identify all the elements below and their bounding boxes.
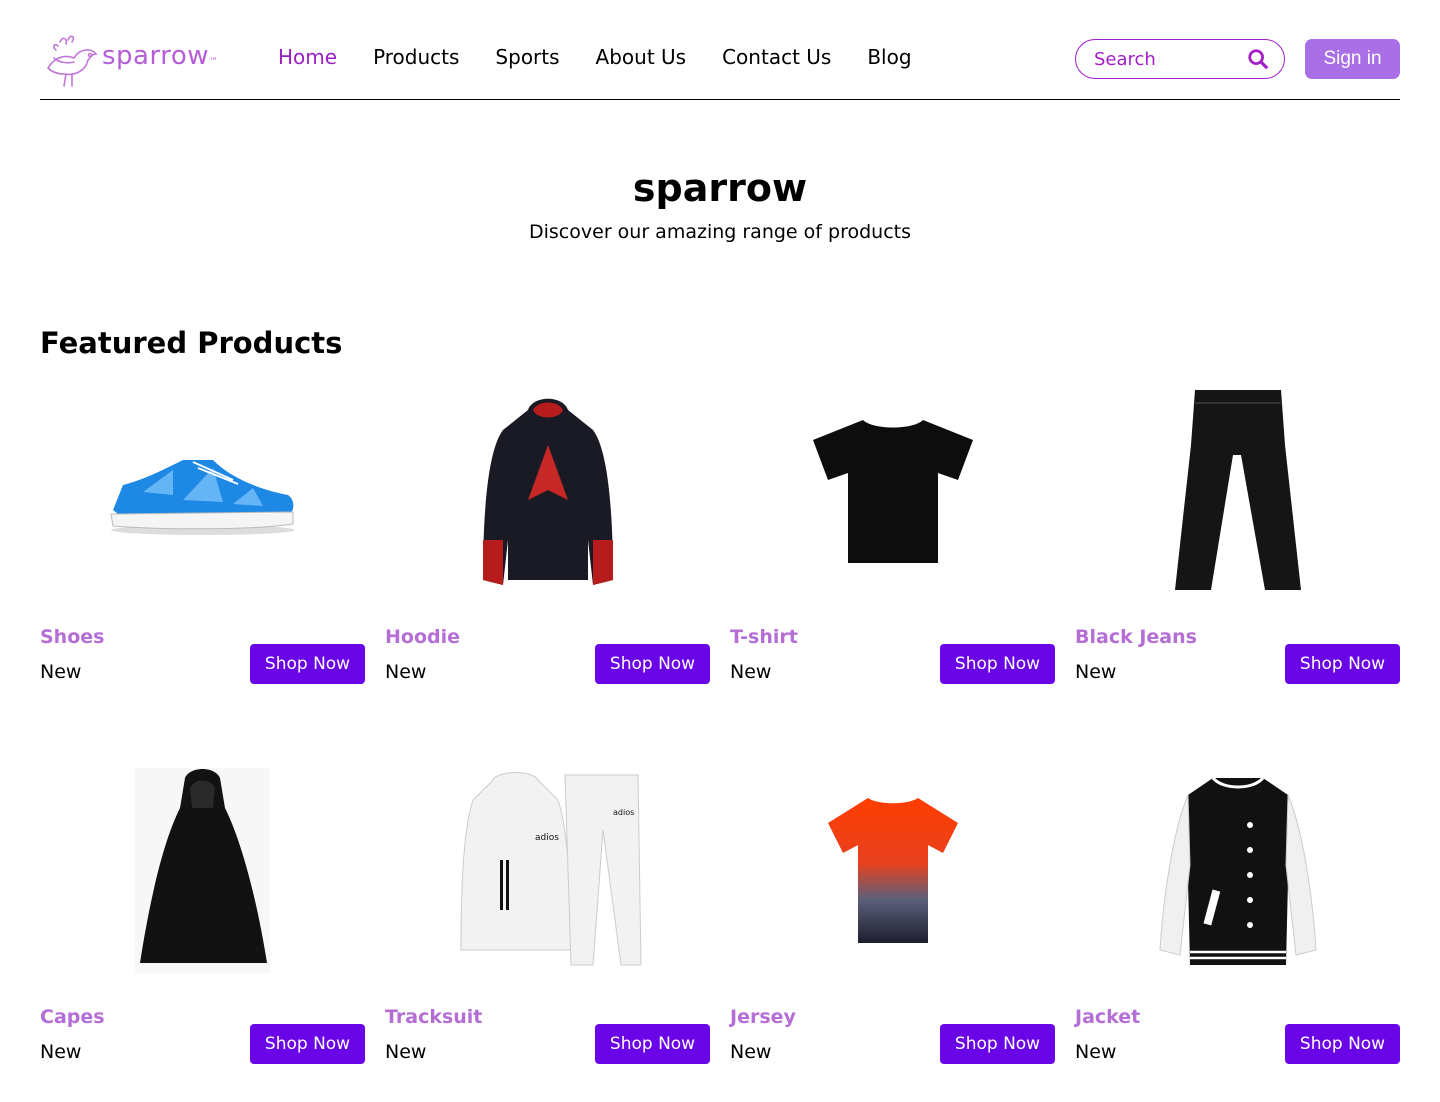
- shop-now-button[interactable]: Shop Now: [250, 1024, 365, 1064]
- shop-now-button[interactable]: Shop Now: [940, 644, 1055, 684]
- search-box: [1075, 39, 1285, 79]
- search-icon[interactable]: [1246, 47, 1270, 71]
- search-input[interactable]: [1094, 48, 1234, 70]
- nav-contact-us[interactable]: Contact Us: [722, 45, 831, 69]
- product-name[interactable]: Jacket: [1075, 1006, 1140, 1028]
- sneaker-icon: [109, 460, 295, 535]
- product-name[interactable]: Tracksuit: [385, 1006, 482, 1028]
- shop-now-button[interactable]: Shop Now: [1285, 1024, 1400, 1064]
- shop-now-button[interactable]: Shop Now: [595, 644, 710, 684]
- product-tag: New: [730, 661, 772, 683]
- brand-name: sparrow: [102, 41, 210, 71]
- product-card-jacket: Jacket New Shop Now: [1075, 760, 1400, 1070]
- shop-now-button[interactable]: Shop Now: [595, 1024, 710, 1064]
- nav-home[interactable]: Home: [278, 45, 337, 69]
- product-name[interactable]: Black Jeans: [1075, 626, 1197, 648]
- product-card-hoodie: Hoodie New Shop Now: [385, 380, 710, 690]
- tshirt-icon: [812, 420, 973, 563]
- sparrow-logo-icon: [46, 35, 98, 87]
- product-card-capes: Capes New Shop Now: [40, 760, 365, 1070]
- nav-sports[interactable]: Sports: [495, 45, 559, 69]
- product-card-tshirt: T-shirt New Shop Now: [730, 380, 1055, 690]
- product-card-jersey: Jersey New Shop Now: [730, 760, 1055, 1070]
- nav-blog[interactable]: Blog: [867, 45, 911, 69]
- product-image-black-jeans[interactable]: [1075, 380, 1400, 600]
- product-image-jacket[interactable]: [1075, 760, 1400, 980]
- sign-in-button[interactable]: Sign in: [1305, 39, 1400, 79]
- nav-about-us[interactable]: About Us: [596, 45, 687, 69]
- product-tag: New: [1075, 661, 1117, 683]
- shop-now-button[interactable]: Shop Now: [940, 1024, 1055, 1064]
- product-image-jersey[interactable]: [730, 760, 1055, 980]
- shop-now-button[interactable]: Shop Now: [1285, 644, 1400, 684]
- product-tag: New: [385, 661, 427, 683]
- jeans-icon: [1174, 390, 1301, 590]
- product-name[interactable]: Capes: [40, 1006, 105, 1028]
- product-image-shoes[interactable]: [40, 380, 365, 600]
- product-name[interactable]: Hoodie: [385, 626, 460, 648]
- jersey-icon: [827, 797, 958, 943]
- hero-subtitle: Discover our amazing range of products: [529, 221, 911, 243]
- featured-products-title: Featured Products: [40, 326, 343, 360]
- product-tag: New: [1075, 1041, 1117, 1063]
- trademark-mark: ™: [209, 57, 219, 67]
- shop-now-button[interactable]: Shop Now: [250, 644, 365, 684]
- jacket-icon: [1158, 776, 1317, 965]
- product-tag: New: [730, 1041, 772, 1063]
- brand-logo[interactable]: sparrow ™: [40, 28, 240, 92]
- product-card-shoes: Shoes New Shop Now: [40, 380, 365, 690]
- tracksuit-icon: adios adios: [459, 772, 642, 966]
- product-image-tshirt[interactable]: [730, 380, 1055, 600]
- product-image-capes[interactable]: [40, 760, 365, 980]
- main-nav: Home Products Sports About Us Contact Us…: [278, 45, 948, 69]
- product-name[interactable]: Shoes: [40, 626, 104, 648]
- product-tag: New: [40, 661, 82, 683]
- hoodie-icon: [482, 398, 613, 585]
- product-image-tracksuit[interactable]: adios adios: [385, 760, 710, 980]
- svg-text:adios: adios: [613, 808, 634, 817]
- product-tag: New: [40, 1041, 82, 1063]
- cape-icon: [135, 767, 270, 973]
- product-card-tracksuit: adios adios Tracksuit New Shop Now: [385, 760, 710, 1070]
- svg-text:adios: adios: [535, 833, 559, 843]
- product-image-hoodie[interactable]: [385, 380, 710, 600]
- nav-products[interactable]: Products: [373, 45, 459, 69]
- product-tag: New: [385, 1041, 427, 1063]
- product-name[interactable]: T-shirt: [730, 626, 798, 648]
- site-header: sparrow ™ Home Products Sports About Us …: [40, 0, 1400, 100]
- product-card-black-jeans: Black Jeans New Shop Now: [1075, 380, 1400, 690]
- hero-title: sparrow: [632, 166, 808, 210]
- product-name[interactable]: Jersey: [730, 1006, 796, 1028]
